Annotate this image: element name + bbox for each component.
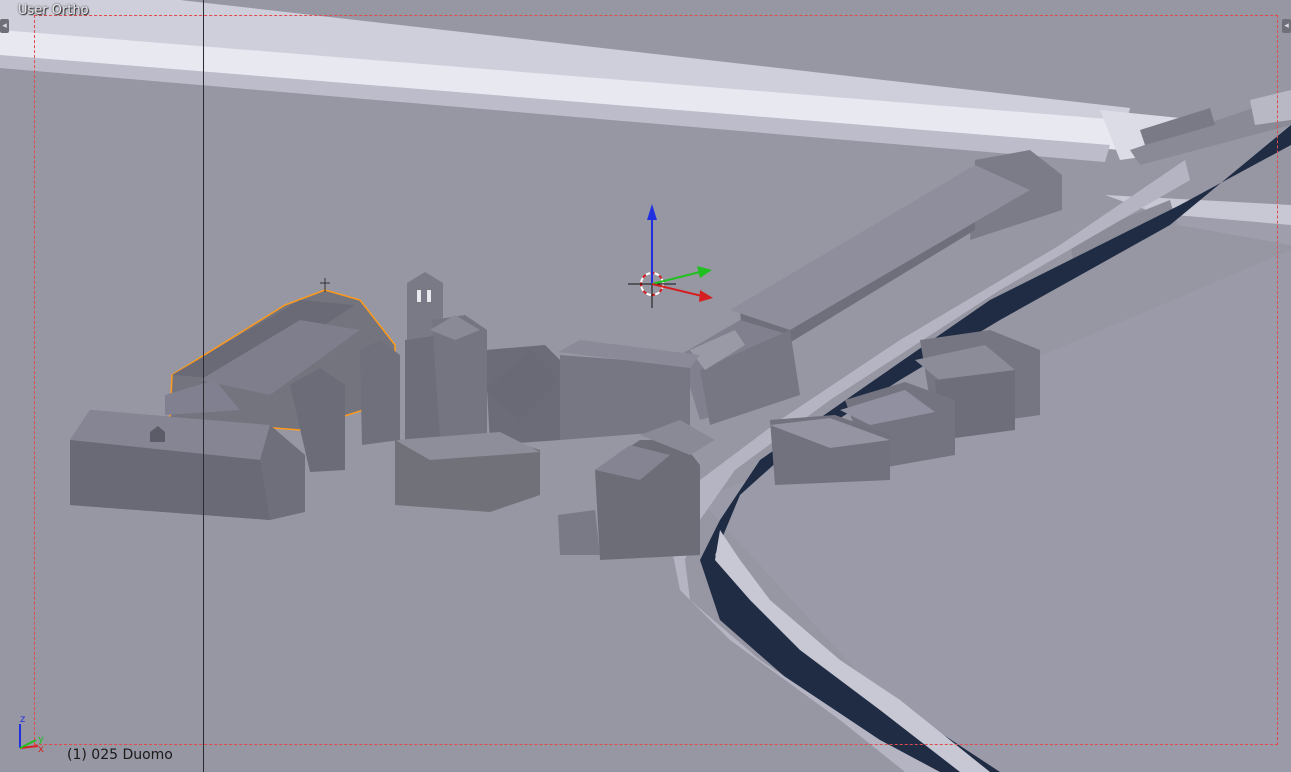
scene-canvas[interactable]: z y x (0, 0, 1291, 772)
view-label: User Ortho (18, 3, 89, 18)
axis-x-label: x (38, 744, 44, 755)
viewport-split-line (203, 0, 204, 772)
building-arcade-center (395, 432, 540, 512)
corner-widget-icon[interactable]: ◂ (0, 19, 9, 33)
3d-viewport[interactable]: z y x ◂ ◂ User Ortho (1) 025 Duomo (0, 0, 1291, 772)
corner-widget-icon[interactable]: ◂ (1282, 19, 1291, 33)
object-label: (1) 025 Duomo (67, 747, 173, 763)
building-arcade-left (70, 410, 305, 520)
axis-z-label: z (20, 714, 25, 725)
